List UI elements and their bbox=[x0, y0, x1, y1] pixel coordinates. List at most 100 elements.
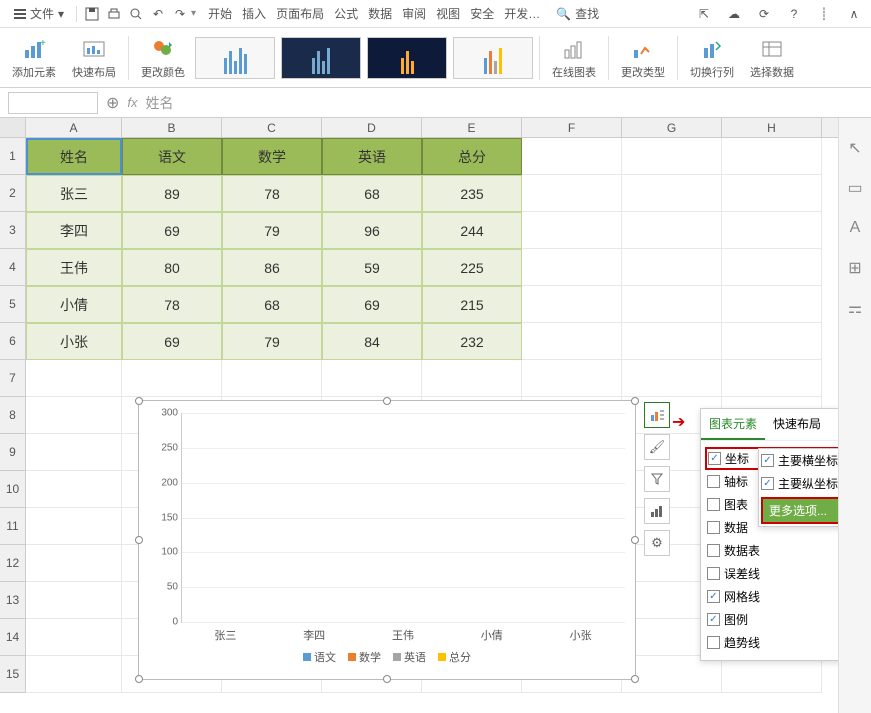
pane-tab-elements[interactable]: 图表元素 bbox=[701, 409, 765, 440]
formula-input[interactable] bbox=[146, 95, 863, 111]
resize-handle[interactable] bbox=[631, 397, 639, 405]
cell[interactable]: 69 bbox=[322, 286, 422, 323]
chart-settings-button[interactable]: ⚙ bbox=[644, 530, 670, 556]
cell[interactable]: 李四 bbox=[26, 212, 122, 249]
cell[interactable]: 语文 bbox=[122, 138, 222, 175]
cursor-icon[interactable]: ↖ bbox=[845, 138, 865, 158]
checkbox-legend[interactable]: 图例 bbox=[705, 608, 838, 631]
chart-elements-button[interactable] bbox=[644, 402, 670, 428]
cell[interactable]: 69 bbox=[122, 323, 222, 360]
cell[interactable] bbox=[722, 360, 822, 397]
checkbox-error-bar[interactable]: 误差线 bbox=[705, 562, 838, 585]
cell[interactable] bbox=[26, 397, 122, 434]
cell[interactable]: 王伟 bbox=[26, 249, 122, 286]
cell[interactable] bbox=[622, 212, 722, 249]
quick-layout-button[interactable]: 快速布局 bbox=[66, 36, 122, 80]
ribbon-tab[interactable]: 数据 bbox=[364, 5, 396, 22]
cell[interactable] bbox=[622, 360, 722, 397]
undo-icon[interactable]: ↶ bbox=[147, 3, 169, 25]
ribbon-tab[interactable]: 安全 bbox=[466, 5, 498, 22]
column-header[interactable]: A bbox=[26, 118, 122, 137]
cell[interactable] bbox=[722, 249, 822, 286]
cell[interactable]: 68 bbox=[222, 286, 322, 323]
cell[interactable]: 78 bbox=[222, 175, 322, 212]
cell[interactable] bbox=[622, 656, 722, 693]
column-header[interactable]: H bbox=[722, 118, 822, 137]
cell[interactable] bbox=[26, 619, 122, 656]
checkbox-primary-v-axis[interactable]: 主要纵坐标轴 bbox=[759, 472, 838, 495]
cell[interactable] bbox=[26, 545, 122, 582]
ribbon-tab[interactable]: 视图 bbox=[432, 5, 464, 22]
row-header[interactable]: 1 bbox=[0, 138, 25, 175]
preview-icon[interactable] bbox=[125, 3, 147, 25]
chart-data-button[interactable] bbox=[644, 498, 670, 524]
cell[interactable]: 69 bbox=[122, 212, 222, 249]
cell[interactable] bbox=[26, 434, 122, 471]
redo-icon[interactable]: ↷ bbox=[169, 3, 191, 25]
cell[interactable] bbox=[622, 249, 722, 286]
checkbox-gridlines[interactable]: 网格线 bbox=[705, 585, 838, 608]
ribbon-tab[interactable]: 开始 bbox=[204, 5, 236, 22]
cell[interactable] bbox=[722, 323, 822, 360]
cell[interactable]: 姓名 bbox=[26, 138, 122, 175]
resize-handle[interactable] bbox=[135, 397, 143, 405]
row-header[interactable]: 13 bbox=[0, 582, 25, 619]
chart-style-4[interactable] bbox=[453, 37, 533, 79]
cloud-icon[interactable]: ☁ bbox=[723, 3, 745, 25]
cell[interactable] bbox=[522, 286, 622, 323]
cell[interactable] bbox=[322, 360, 422, 397]
row-header[interactable]: 11 bbox=[0, 508, 25, 545]
change-type-button[interactable]: 更改类型 bbox=[615, 36, 671, 80]
row-header[interactable]: 8 bbox=[0, 397, 25, 434]
chart-plot-area[interactable]: 050100150200250300 bbox=[181, 413, 625, 623]
sync-icon[interactable]: ⟳ bbox=[753, 3, 775, 25]
cell[interactable] bbox=[26, 508, 122, 545]
cell[interactable] bbox=[422, 360, 522, 397]
cell[interactable]: 86 bbox=[222, 249, 322, 286]
save-icon[interactable] bbox=[81, 3, 103, 25]
cell[interactable] bbox=[522, 360, 622, 397]
online-chart-button[interactable]: 在线图表 bbox=[546, 36, 602, 80]
cell[interactable]: 96 bbox=[322, 212, 422, 249]
chart-style-2[interactable] bbox=[281, 37, 361, 79]
cell[interactable]: 79 bbox=[222, 323, 322, 360]
cell[interactable]: 235 bbox=[422, 175, 522, 212]
cell[interactable] bbox=[26, 360, 122, 397]
cell[interactable] bbox=[722, 286, 822, 323]
pane-tab-layout[interactable]: 快速布局 bbox=[765, 409, 829, 440]
cell[interactable] bbox=[622, 323, 722, 360]
cell[interactable]: 232 bbox=[422, 323, 522, 360]
column-header[interactable]: B bbox=[122, 118, 222, 137]
resize-handle[interactable] bbox=[631, 536, 639, 544]
ribbon-tab[interactable]: 页面布局 bbox=[272, 5, 328, 22]
cell[interactable]: 数学 bbox=[222, 138, 322, 175]
cell[interactable]: 225 bbox=[422, 249, 522, 286]
row-header[interactable]: 10 bbox=[0, 471, 25, 508]
legend-item[interactable]: 总分 bbox=[438, 649, 471, 665]
chart-styles-button[interactable]: 🖌 bbox=[644, 434, 670, 460]
share-icon[interactable]: ⇱ bbox=[693, 3, 715, 25]
cell[interactable] bbox=[722, 138, 822, 175]
row-header[interactable]: 15 bbox=[0, 656, 25, 693]
row-header[interactable]: 14 bbox=[0, 619, 25, 656]
resize-handle[interactable] bbox=[383, 397, 391, 405]
fx-icon[interactable]: ⊕ bbox=[106, 93, 119, 113]
select-icon[interactable]: ▭ bbox=[845, 178, 865, 198]
cell[interactable]: 英语 bbox=[322, 138, 422, 175]
ribbon-tab[interactable]: 公式 bbox=[330, 5, 362, 22]
checkbox-primary-h-axis[interactable]: 主要横坐标轴 bbox=[759, 449, 838, 472]
row-header[interactable]: 3 bbox=[0, 212, 25, 249]
add-element-button[interactable]: + 添加元素 bbox=[6, 36, 62, 80]
search-label[interactable]: 查找 bbox=[575, 5, 599, 22]
column-header[interactable]: F bbox=[522, 118, 622, 137]
cell[interactable]: 244 bbox=[422, 212, 522, 249]
cell[interactable] bbox=[722, 212, 822, 249]
chart-object[interactable]: 050100150200250300 张三李四王伟小倩小张 语文数学英语总分 bbox=[138, 400, 636, 680]
cell[interactable] bbox=[26, 471, 122, 508]
ribbon-tab[interactable]: 审阅 bbox=[398, 5, 430, 22]
ribbon-tab[interactable]: 插入 bbox=[238, 5, 270, 22]
help-icon[interactable]: ? bbox=[783, 3, 805, 25]
cell[interactable]: 215 bbox=[422, 286, 522, 323]
chart-legend[interactable]: 语文数学英语总分 bbox=[149, 649, 625, 665]
collapse-icon[interactable]: ∧ bbox=[843, 3, 865, 25]
